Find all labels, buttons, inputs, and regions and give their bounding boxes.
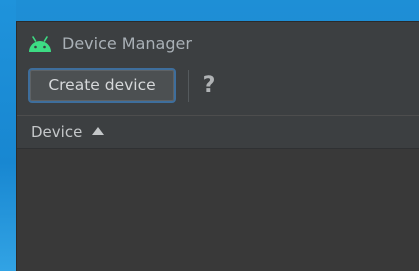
device-table: Device xyxy=(17,115,419,271)
table-body xyxy=(17,149,419,271)
android-icon xyxy=(27,35,53,53)
create-device-button[interactable]: Create device xyxy=(28,68,176,103)
title-bar: Device Manager xyxy=(17,22,419,66)
column-label-device: Device xyxy=(31,123,83,141)
toolbar: Create device ? xyxy=(17,66,419,116)
table-header: Device xyxy=(17,116,419,149)
help-icon[interactable]: ? xyxy=(199,72,219,100)
toolbar-divider xyxy=(188,70,189,102)
sort-ascending-icon xyxy=(92,127,105,135)
desktop-background xyxy=(0,0,16,271)
window-title: Device Manager xyxy=(62,34,192,53)
column-header-device[interactable]: Device xyxy=(17,116,105,148)
device-manager-window: Device Manager Create device ? Device xyxy=(16,21,419,271)
